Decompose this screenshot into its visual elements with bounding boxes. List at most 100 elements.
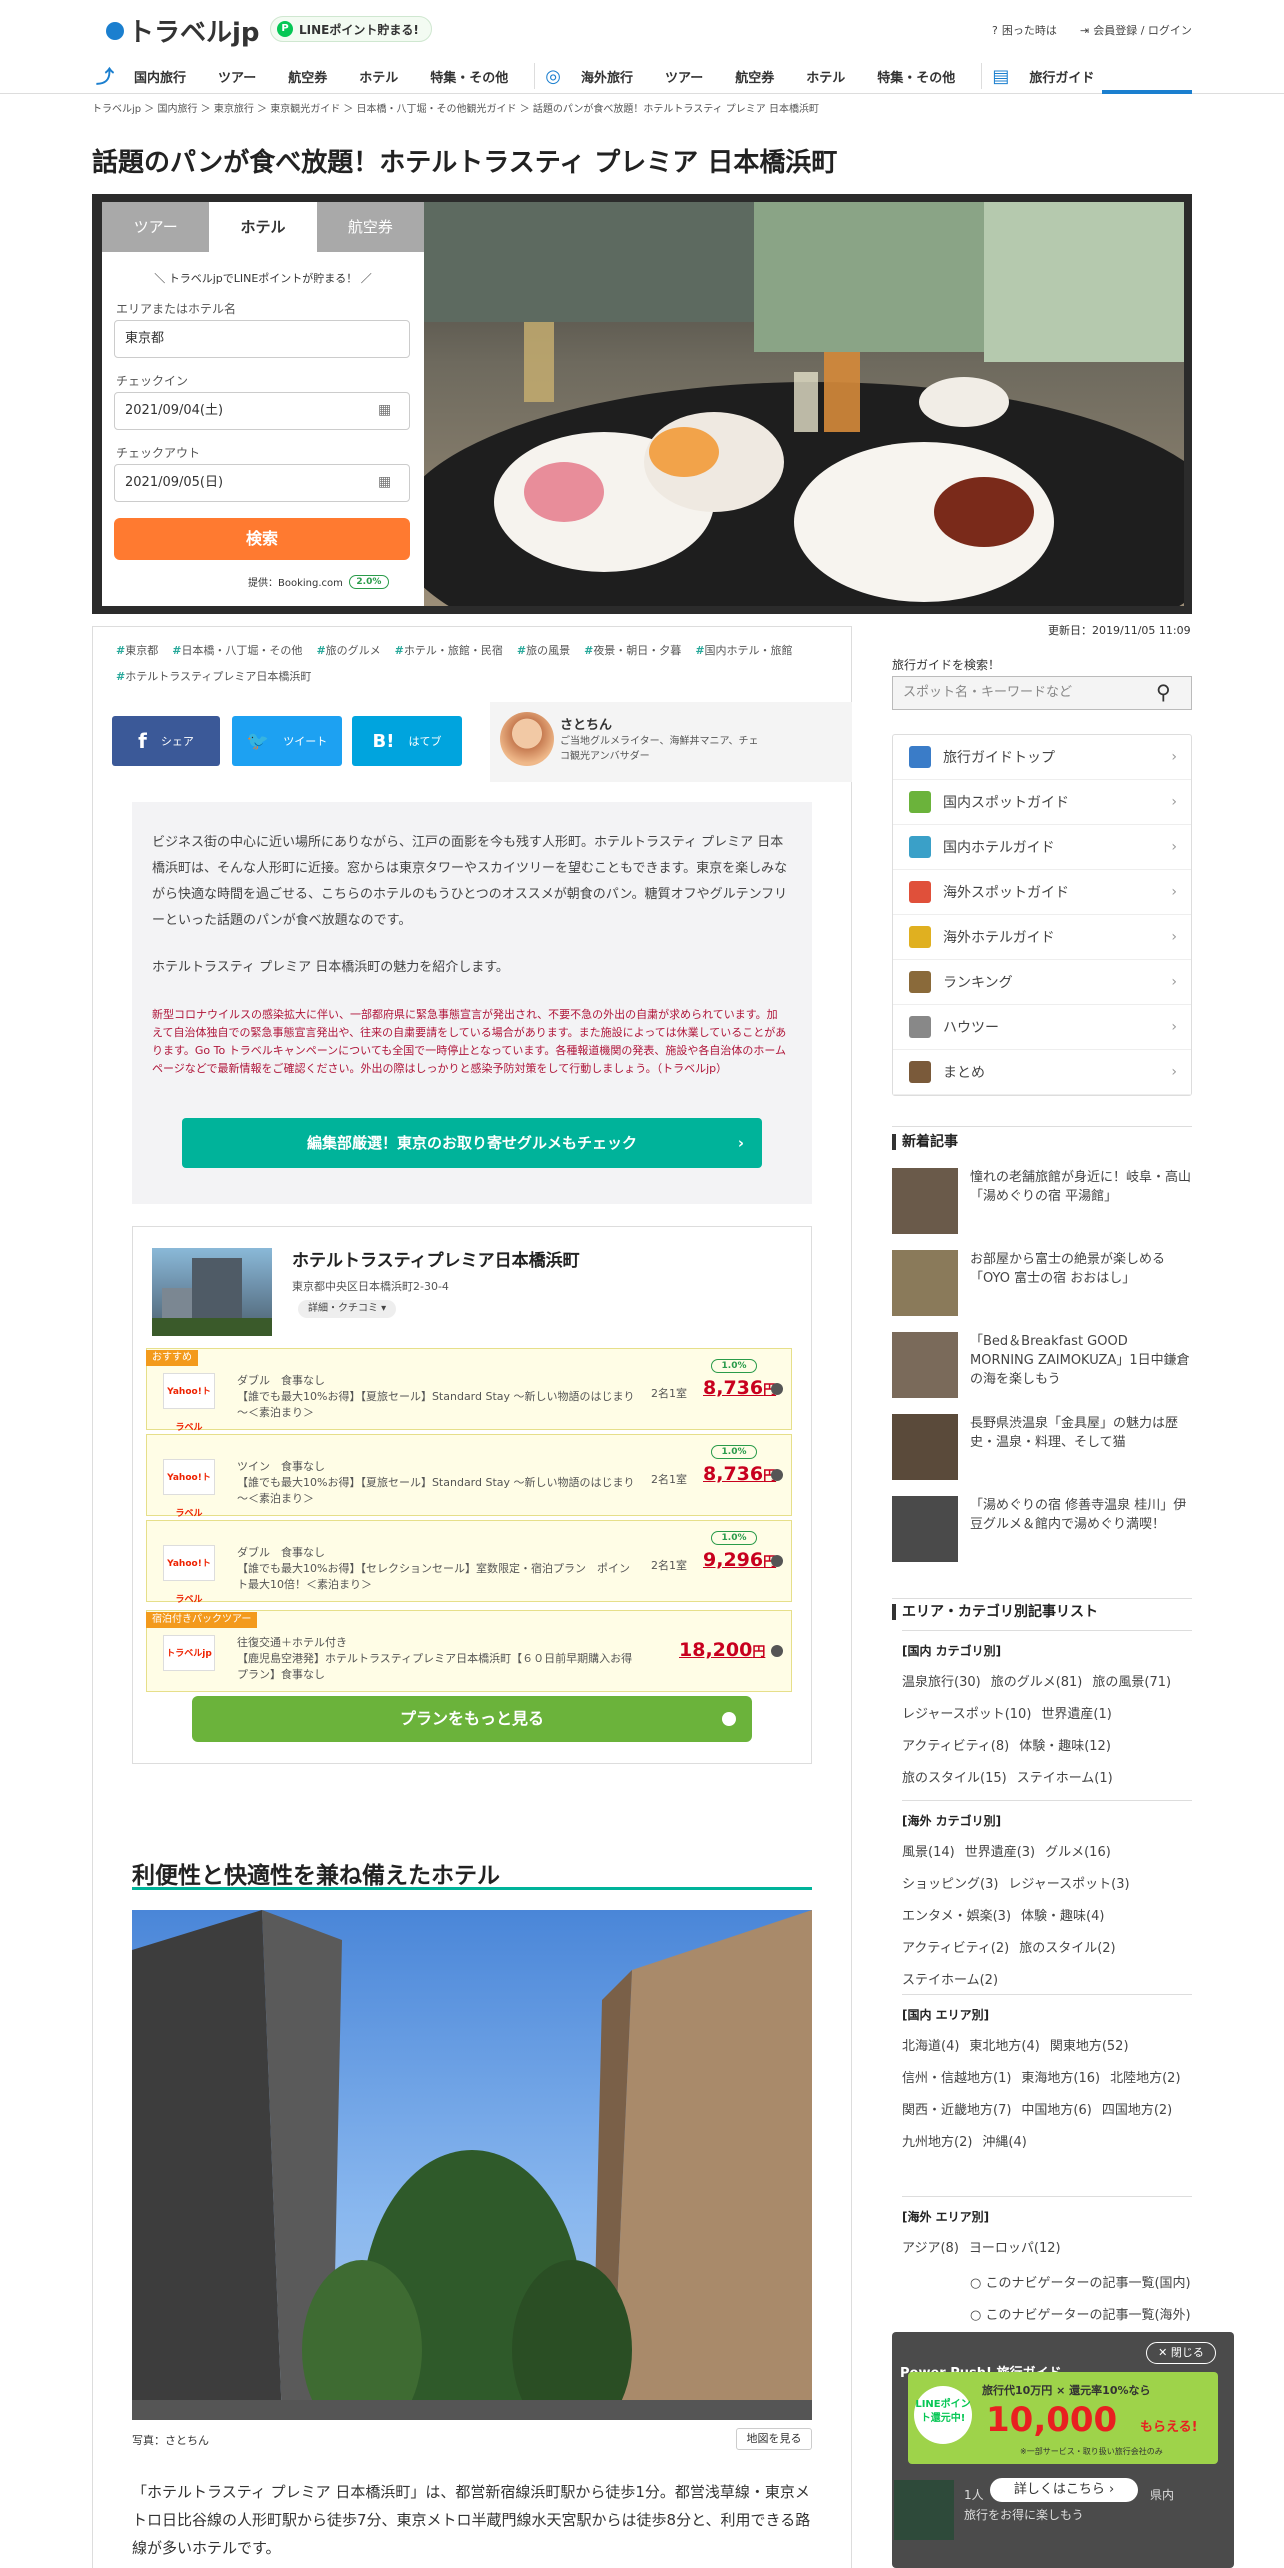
- line-point-badge[interactable]: P LINEポイント貯まる!: [270, 16, 432, 42]
- plan-price[interactable]: 9,296円: [703, 1549, 776, 1571]
- news-item[interactable]: 「湯めぐりの宿 修善寺温泉 桂川」伊豆グルメ＆館内で湯めぐり満喫！: [892, 1496, 1192, 1562]
- sidebar-menu-item[interactable]: ハウツー ›: [893, 1005, 1191, 1050]
- tag-link[interactable]: 夜景・朝日・夕暮: [584, 644, 681, 657]
- navigator-domestic-link[interactable]: ○ このナビゲーターの記事一覧(国内): [970, 2272, 1191, 2291]
- category-link[interactable]: 北海道(4): [902, 2039, 959, 2054]
- navigator-overseas-link[interactable]: ○ このナビゲーターの記事一覧(海外): [970, 2304, 1191, 2323]
- search-icon[interactable]: ⚲: [1156, 680, 1171, 704]
- plan-row[interactable]: Yahoo!トラベル ダブル 食事なし 【誰でも最大10%お得】【セレクションセール…: [146, 1520, 792, 1605]
- category-link[interactable]: エンタメ・娯楽(3): [902, 1909, 1011, 1924]
- category-link[interactable]: アジア(8): [902, 2241, 959, 2256]
- category-link[interactable]: 東北地方(4): [969, 2039, 1039, 2054]
- category-link[interactable]: 信州・信越地方(1): [902, 2071, 1011, 2086]
- author-name[interactable]: さとちん: [560, 714, 612, 733]
- nav-overseas[interactable]: 海外旅行: [565, 67, 649, 86]
- tag-link[interactable]: 旅の風景: [517, 644, 570, 657]
- nav-overseas-special[interactable]: 特集・その他: [861, 67, 971, 86]
- category-link[interactable]: 東海地方(16): [1021, 2071, 1100, 2086]
- plan-row[interactable]: Yahoo!トラベル ダブル 食事なし 【誰でも最大10%お得】【夏旅セール】Sta…: [146, 1348, 792, 1433]
- category-link[interactable]: アクティビティ(8): [902, 1739, 1009, 1754]
- category-link[interactable]: ステイホーム(1): [1017, 1771, 1113, 1786]
- category-link[interactable]: 九州地方(2): [902, 2135, 972, 2150]
- category-link[interactable]: 関東地方(52): [1050, 2039, 1129, 2054]
- news-item[interactable]: 憧れの老舗旅館が身近に！岐阜・高山「湯めぐりの宿 平湯館」: [892, 1168, 1192, 1234]
- sidebar-menu-item[interactable]: まとめ ›: [893, 1050, 1191, 1095]
- category-link[interactable]: 北陸地方(2): [1110, 2071, 1180, 2086]
- hatena-button[interactable]: B! はてブ: [352, 716, 462, 766]
- tag-link[interactable]: 東京都: [116, 644, 158, 657]
- category-link[interactable]: 世界遺産(1): [1041, 1707, 1111, 1722]
- category-link[interactable]: 体験・趣味(12): [1019, 1739, 1111, 1754]
- site-logo[interactable]: トラベルjp: [106, 12, 260, 49]
- category-link[interactable]: 風景(14): [902, 1845, 955, 1860]
- tag-link[interactable]: 日本橋・八丁堀・その他: [172, 644, 302, 657]
- category-link[interactable]: 世界遺産(3): [965, 1845, 1035, 1860]
- nav-domestic-hotel[interactable]: ホテル: [343, 67, 414, 86]
- sidebar-menu-item[interactable]: 国内スポットガイド ›: [893, 780, 1191, 825]
- plan-price[interactable]: 8,736円: [703, 1377, 776, 1399]
- news-item[interactable]: 長野県渋温泉「金具屋」の魅力は歴史・温泉・料理、そして猫: [892, 1414, 1192, 1480]
- category-link[interactable]: レジャースポット(3): [1008, 1877, 1129, 1892]
- category-link[interactable]: 関西・近畿地方(7): [902, 2103, 1011, 2118]
- category-link[interactable]: 旅のスタイル(15): [902, 1771, 1007, 1786]
- category-link[interactable]: グルメ(16): [1045, 1845, 1111, 1860]
- news-item[interactable]: 「Bed＆Breakfast GOOD MORNING ZAIMOKUZA」1日…: [892, 1332, 1192, 1398]
- category-link[interactable]: 旅のスタイル(2): [1019, 1941, 1115, 1956]
- plan-price[interactable]: 8,736円: [703, 1463, 776, 1485]
- tag-link[interactable]: 旅のグルメ: [316, 644, 380, 657]
- plan-row[interactable]: Yahoo!トラベル ツイン 食事なし 【誰でも最大10%お得】【夏旅セール】Sta…: [146, 1434, 792, 1519]
- category-link[interactable]: アクティビティ(2): [902, 1941, 1009, 1956]
- area-input[interactable]: 東京都: [114, 320, 410, 358]
- banner-detail-button[interactable]: 詳しくはこちら ›: [990, 2478, 1138, 2502]
- category-link[interactable]: 旅の風景(71): [1092, 1675, 1171, 1690]
- tab-tour[interactable]: ツアー: [102, 202, 210, 252]
- map-button[interactable]: 地図を見る: [736, 2428, 812, 2450]
- search-button[interactable]: 検索: [114, 518, 410, 560]
- tag-link[interactable]: 国内ホテル・旅館: [695, 644, 792, 657]
- tab-hotel[interactable]: ホテル: [209, 202, 317, 252]
- category-link[interactable]: 体験・趣味(4): [1021, 1909, 1104, 1924]
- gourmet-cta-button[interactable]: 編集部厳選！東京のお取り寄せグルメもチェック ›: [182, 1118, 762, 1168]
- tag-link[interactable]: ホテルトラスティプレミア日本橋浜町: [116, 670, 311, 683]
- popup-close-button[interactable]: ✕ 閉じる: [1146, 2342, 1216, 2364]
- help-link[interactable]: ? 困った時は: [992, 22, 1057, 38]
- category-link[interactable]: ヨーロッパ(12): [969, 2241, 1061, 2256]
- nav-travel-guide[interactable]: 旅行ガイド: [1013, 67, 1110, 86]
- category-link[interactable]: 中国地方(6): [1021, 2103, 1091, 2118]
- checkin-input[interactable]: 2021/09/04(土): [114, 392, 410, 430]
- nav-domestic-air[interactable]: 航空券: [272, 67, 343, 86]
- tweet-button[interactable]: 🐦 ツイート: [232, 716, 342, 766]
- sidebar-menu-item[interactable]: 海外スポットガイド ›: [893, 870, 1191, 915]
- category-link[interactable]: ステイホーム(2): [902, 1973, 998, 1988]
- checkout-input[interactable]: 2021/09/05(日): [114, 464, 410, 502]
- nav-overseas-air[interactable]: 航空券: [719, 67, 790, 86]
- login-link[interactable]: ⇥ 会員登録 / ログイン: [1080, 22, 1192, 38]
- news-item[interactable]: お部屋から富士の絶景が楽しめる「OYO 富士の宿 おおはし」: [892, 1250, 1192, 1316]
- calendar-icon[interactable]: ▦: [378, 474, 391, 490]
- category-link[interactable]: 沖縄(4): [982, 2135, 1026, 2150]
- category-link[interactable]: 四国地方(2): [1102, 2103, 1172, 2118]
- more-plans-button[interactable]: プランをもっと見る: [192, 1696, 752, 1742]
- tab-air[interactable]: 航空券: [316, 202, 424, 252]
- facebook-share-button[interactable]: f シェア: [112, 716, 220, 766]
- sidebar-menu-item[interactable]: 旅行ガイドトップ ›: [893, 735, 1191, 780]
- author-avatar[interactable]: [500, 712, 554, 766]
- sidebar-search-input[interactable]: スポット名・キーワードなど: [892, 676, 1192, 710]
- category-link[interactable]: 温泉旅行(30): [902, 1675, 981, 1690]
- nav-domestic-tour[interactable]: ツアー: [202, 67, 272, 86]
- nav-domestic[interactable]: 国内旅行: [118, 67, 202, 86]
- category-link[interactable]: ショッピング(3): [902, 1877, 998, 1892]
- tag-link[interactable]: ホテル・旅館・民宿: [395, 644, 503, 657]
- plan-price[interactable]: 18,200円: [679, 1639, 765, 1661]
- sidebar-menu-item[interactable]: ランキング ›: [893, 960, 1191, 1005]
- hotel-thumbnail[interactable]: [152, 1248, 272, 1336]
- sidebar-menu-item[interactable]: 海外ホテルガイド ›: [893, 915, 1191, 960]
- category-link[interactable]: 旅のグルメ(81): [991, 1675, 1083, 1690]
- nav-overseas-hotel[interactable]: ホテル: [790, 67, 861, 86]
- sidebar-menu-item[interactable]: 国内ホテルガイド ›: [893, 825, 1191, 870]
- nav-domestic-special[interactable]: 特集・その他: [414, 67, 524, 86]
- hotel-name[interactable]: ホテルトラスティプレミア日本橋浜町: [292, 1246, 580, 1271]
- calendar-icon[interactable]: ▦: [378, 402, 391, 418]
- breadcrumb[interactable]: トラベルjp ＞ 国内旅行 ＞ 東京旅行 ＞ 東京観光ガイド ＞ 日本橋・八丁堀…: [92, 100, 819, 115]
- detail-review-link[interactable]: 詳細・クチコミ ▾: [298, 1300, 397, 1318]
